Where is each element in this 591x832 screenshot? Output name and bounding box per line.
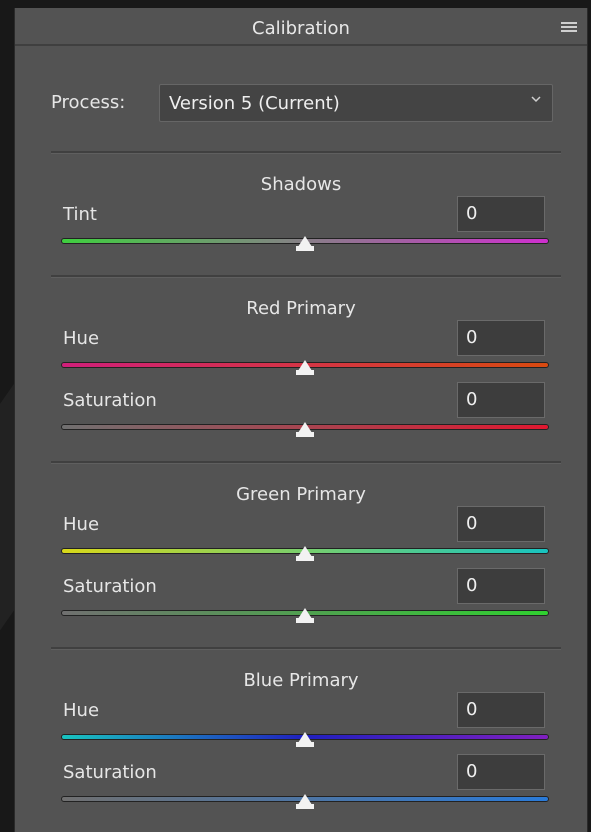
section-divider bbox=[51, 461, 561, 464]
chevron-down-icon bbox=[531, 96, 541, 103]
section-title-blue-primary: Blue Primary bbox=[243, 670, 359, 691]
slider-thumb-base bbox=[296, 804, 314, 809]
process-version-select[interactable]: Version 5 (Current) bbox=[159, 84, 553, 122]
section-divider bbox=[51, 647, 561, 650]
green-hue-value[interactable]: 0 bbox=[457, 506, 545, 542]
red-saturation-label: Saturation bbox=[63, 390, 157, 411]
section-title-red-primary: Red Primary bbox=[246, 298, 356, 319]
green-saturation-value[interactable]: 0 bbox=[457, 568, 545, 604]
red-saturation-slider[interactable] bbox=[61, 420, 549, 440]
green-hue-slider[interactable] bbox=[61, 544, 549, 564]
shadows-tint-value[interactable]: 0 bbox=[457, 196, 545, 232]
section-title-green-primary: Green Primary bbox=[236, 484, 366, 505]
shadows-tint-slider[interactable] bbox=[61, 234, 549, 254]
green-saturation-label: Saturation bbox=[63, 576, 157, 597]
red-hue-slider[interactable] bbox=[61, 358, 549, 378]
slider-thumb-base bbox=[296, 556, 314, 561]
panel-title: Calibration bbox=[252, 18, 350, 39]
panel-header: Calibration bbox=[15, 8, 587, 46]
slider-thumb-base bbox=[296, 432, 314, 437]
shadows-tint-label: Tint bbox=[63, 204, 97, 225]
process-label: Process: bbox=[51, 92, 126, 113]
blue-hue-label: Hue bbox=[63, 700, 100, 721]
slider-thumb-base bbox=[296, 742, 314, 747]
blue-hue-value[interactable]: 0 bbox=[457, 692, 545, 728]
panel-menu-icon[interactable] bbox=[561, 22, 577, 34]
blue-hue-slider[interactable] bbox=[61, 730, 549, 750]
app-frame: Calibration Process: Version 5 (Current)… bbox=[0, 0, 591, 832]
blue-saturation-label: Saturation bbox=[63, 762, 157, 783]
slider-thumb-base bbox=[296, 370, 314, 375]
red-hue-label: Hue bbox=[63, 328, 100, 349]
section-divider bbox=[51, 275, 561, 278]
calibration-panel: Calibration Process: Version 5 (Current)… bbox=[14, 8, 588, 832]
blue-saturation-slider[interactable] bbox=[61, 792, 549, 812]
section-title-shadows: Shadows bbox=[260, 174, 342, 195]
green-saturation-slider[interactable] bbox=[61, 606, 549, 626]
red-saturation-value[interactable]: 0 bbox=[457, 382, 545, 418]
slider-thumb-base bbox=[296, 618, 314, 623]
section-divider bbox=[51, 151, 561, 154]
red-hue-value[interactable]: 0 bbox=[457, 320, 545, 356]
process-version-value: Version 5 (Current) bbox=[169, 93, 340, 114]
slider-thumb-base bbox=[296, 246, 314, 251]
green-hue-label: Hue bbox=[63, 514, 100, 535]
blue-saturation-value[interactable]: 0 bbox=[457, 754, 545, 790]
